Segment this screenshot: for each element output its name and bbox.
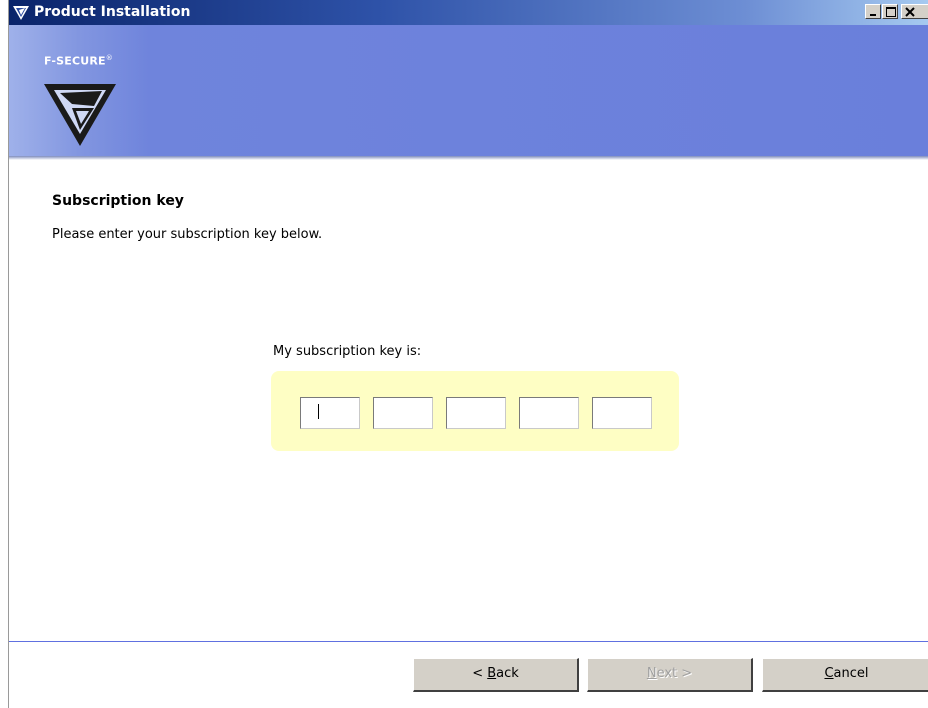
subscription-key-panel [271, 371, 679, 451]
maximize-button[interactable] [882, 4, 898, 19]
page-heading: Subscription key [52, 193, 184, 209]
window-title: Product Installation [34, 4, 191, 20]
minimize-button[interactable] [865, 4, 881, 19]
back-button-prefix: < [472, 666, 488, 681]
next-button-accel: N [646, 666, 657, 681]
banner-shadow [9, 156, 928, 160]
header-banner [9, 25, 928, 156]
cancel-button-label: ancel [833, 666, 869, 681]
brand-name: F-SECURE® [44, 54, 113, 68]
cancel-button[interactable]: Cancel [762, 658, 928, 692]
next-button-label: ext > [656, 666, 693, 681]
title-bar[interactable]: Product Installation [9, 0, 928, 25]
next-button[interactable]: Next > [587, 658, 753, 692]
close-button[interactable] [901, 4, 928, 19]
subscription-key-field-1[interactable] [300, 397, 360, 429]
back-button-label: ack [496, 666, 519, 681]
f-secure-logo-icon [44, 84, 116, 146]
footer-divider [9, 641, 928, 642]
text-caret [318, 404, 319, 419]
maximize-icon [886, 7, 896, 17]
installer-window: Product Installation F-SECURE® Subscript… [8, 0, 928, 708]
close-icon [905, 7, 915, 17]
instruction-text: Please enter your subscription key below… [52, 227, 323, 242]
registered-mark: ® [105, 54, 113, 62]
subscription-key-field-4[interactable] [519, 397, 579, 429]
subscription-key-field-3[interactable] [446, 397, 506, 429]
brand-text: F-SECURE [44, 54, 106, 68]
back-button[interactable]: < Back [413, 658, 579, 692]
f-secure-logo-icon [13, 6, 29, 20]
subscription-key-field-5[interactable] [592, 397, 652, 429]
cancel-button-accel: C [824, 666, 834, 681]
back-button-accel: B [487, 666, 497, 681]
subscription-key-label: My subscription key is: [273, 344, 422, 359]
subscription-key-field-2[interactable] [373, 397, 433, 429]
minimize-icon [870, 14, 876, 16]
